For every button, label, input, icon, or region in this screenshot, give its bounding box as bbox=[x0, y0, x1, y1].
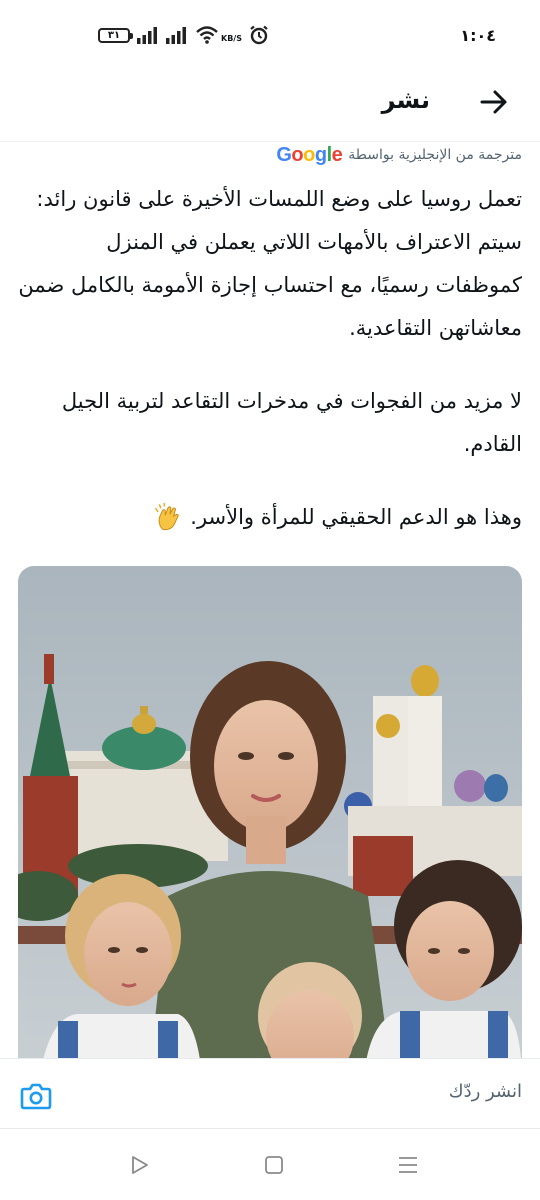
clapping-hands-icon bbox=[154, 503, 179, 531]
post-text: تعمل روسيا على وضع اللمسات الأخيرة على ق… bbox=[18, 178, 522, 569]
battery-level: ٣١ bbox=[107, 30, 121, 41]
home-square-icon[interactable] bbox=[264, 1155, 284, 1175]
google-logo-letter: e bbox=[331, 143, 343, 166]
post-paragraph-text: وهذا هو الدعم الحقيقي للمرأة والأسر. bbox=[190, 505, 522, 529]
post-paragraph: وهذا هو الدعم الحقيقي للمرأة والأسر. bbox=[18, 496, 522, 539]
post-paragraph: لا مزيد من الفجوات في مدخرات التقاعد لتر… bbox=[61, 389, 522, 456]
post-image[interactable] bbox=[18, 566, 522, 1086]
google-logo: Google bbox=[276, 144, 342, 167]
page-title: نشر bbox=[381, 86, 430, 114]
recents-menu-icon[interactable] bbox=[397, 1155, 419, 1175]
clock: ١:٠٤ bbox=[460, 26, 496, 45]
photo-mother-children-kremlin bbox=[18, 566, 522, 1086]
camera-icon[interactable] bbox=[20, 1081, 52, 1111]
translation-attribution[interactable]: مترجمة من الإنجليزية بواسطة Google bbox=[276, 143, 522, 167]
screen: ٣١ KB/S ١:٠٤ نشر مترجمة من الإنجليزية بو… bbox=[0, 0, 540, 1200]
arrow-back-icon[interactable] bbox=[476, 84, 512, 120]
battery-icon: ٣١ bbox=[98, 28, 133, 43]
signal-icon bbox=[137, 27, 157, 44]
google-logo-letter: G bbox=[276, 143, 292, 166]
google-logo-letter: g bbox=[314, 143, 327, 166]
post-paragraph: تعمل روسيا على وضع اللمسات الأخيرة على ق… bbox=[18, 187, 522, 340]
translation-label: مترجمة من الإنجليزية بواسطة bbox=[348, 147, 522, 163]
back-triangle-icon[interactable] bbox=[130, 1155, 150, 1175]
signal-icon bbox=[166, 27, 186, 44]
google-logo-letter: o bbox=[303, 143, 315, 166]
reply-input[interactable]: انشر ردّك bbox=[449, 1081, 522, 1102]
system-nav-bar bbox=[0, 1128, 540, 1200]
reply-bar: انشر ردّك bbox=[0, 1058, 540, 1128]
top-app-bar: نشر bbox=[0, 70, 540, 142]
google-logo-letter: o bbox=[291, 143, 304, 166]
network-speed-unit: KB/S bbox=[221, 34, 242, 43]
status-bar: ٣١ KB/S ١:٠٤ bbox=[0, 0, 540, 70]
wifi-icon bbox=[196, 26, 218, 44]
alarm-icon bbox=[250, 25, 268, 45]
